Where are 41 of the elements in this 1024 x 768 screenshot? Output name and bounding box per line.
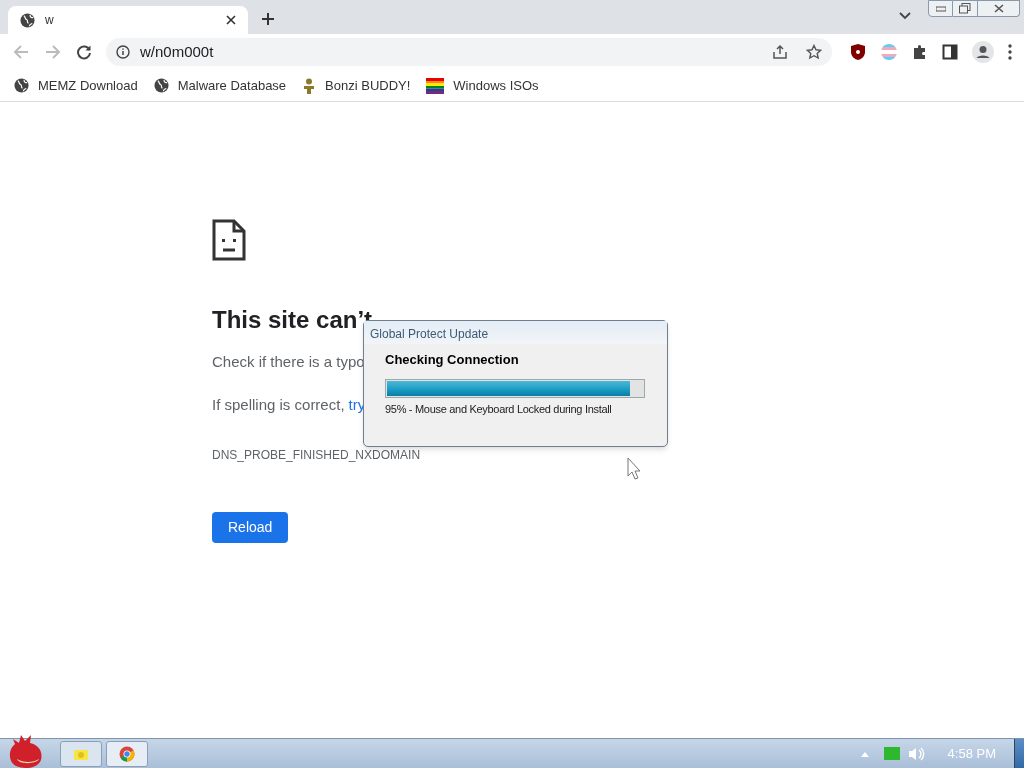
shield-icon[interactable] bbox=[850, 43, 866, 61]
mouse-cursor bbox=[627, 457, 641, 480]
browser-tab[interactable]: w bbox=[8, 6, 248, 34]
sad-page-icon bbox=[212, 219, 246, 261]
address-text: w/n0m000t bbox=[140, 41, 215, 62]
dialog-title: Global Protect Update bbox=[364, 321, 667, 344]
address-bar[interactable]: w/n0m000t bbox=[106, 38, 832, 66]
close-icon bbox=[993, 4, 1004, 13]
side-panel-icon[interactable] bbox=[942, 44, 958, 60]
minimize-icon bbox=[935, 5, 946, 12]
bookmark[interactable]: MEMZ Download bbox=[14, 75, 138, 96]
error-code: DNS_PROBE_FINISHED_NXDOMAIN bbox=[212, 447, 421, 464]
info-icon[interactable] bbox=[116, 45, 130, 59]
puzzle-icon[interactable] bbox=[912, 44, 928, 60]
progress-status: 95% - Mouse and Keyboard Locked during Install bbox=[385, 401, 613, 417]
dialog-heading: Checking Connection bbox=[385, 351, 520, 369]
bookmark[interactable]: Malware Database bbox=[153, 75, 287, 96]
taskbar-button[interactable] bbox=[106, 740, 148, 767]
restore-button[interactable] bbox=[953, 0, 978, 17]
close-button[interactable] bbox=[978, 0, 1020, 17]
show-desktop-button[interactable] bbox=[1014, 738, 1024, 768]
error-message: If spelling is correct, bbox=[212, 394, 345, 415]
figure-icon bbox=[302, 77, 317, 94]
globe-icon bbox=[20, 12, 35, 28]
share-icon[interactable] bbox=[772, 44, 788, 60]
reload-icon[interactable] bbox=[76, 44, 92, 60]
profile-icon[interactable] bbox=[972, 41, 994, 63]
rainbow-flag-icon bbox=[426, 77, 445, 94]
globe-icon bbox=[153, 78, 169, 93]
restore-icon bbox=[959, 3, 971, 14]
star-icon[interactable] bbox=[806, 44, 822, 60]
reload-button[interactable]: Reload bbox=[212, 512, 289, 543]
bookmark[interactable]: Bonzi BUDDY! bbox=[302, 75, 411, 96]
bookmark[interactable]: Windows ISOs bbox=[426, 75, 539, 96]
new-tab-icon[interactable] bbox=[260, 10, 276, 28]
globe-icon bbox=[14, 78, 29, 93]
tab-list-icon[interactable] bbox=[898, 11, 912, 21]
menu-icon[interactable] bbox=[1008, 44, 1012, 60]
browser-icon bbox=[119, 745, 135, 762]
error-message: Check if there is a typo bbox=[212, 352, 365, 372]
close-tab-icon[interactable] bbox=[226, 15, 236, 25]
